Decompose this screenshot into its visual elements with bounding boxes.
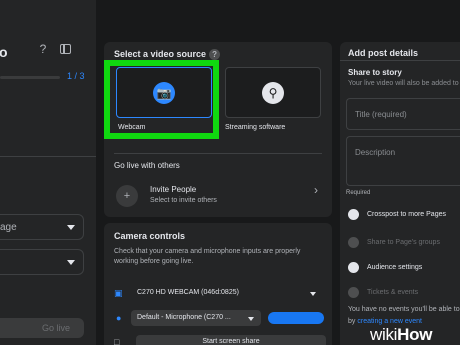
chevron-down-icon: [67, 225, 75, 230]
description-placeholder: Description: [355, 148, 396, 157]
step-indicator: 1 / 3: [67, 71, 85, 81]
streaming-software-label: Streaming software: [225, 124, 286, 131]
add-person-icon[interactable]: +: [116, 185, 138, 207]
share-to-groups-option[interactable]: Share to Page's groups: [348, 237, 440, 248]
share-to-story-subtitle: Your live video will also be added to: [348, 80, 459, 87]
chevron-right-icon[interactable]: ›: [314, 183, 318, 197]
title-placeholder: Title (required): [355, 110, 407, 119]
camera-icon: ▣: [114, 288, 123, 298]
sidebar-toggle-icon[interactable]: [60, 44, 71, 54]
streaming-software-option[interactable]: ⚲: [225, 67, 321, 118]
question-icon[interactable]: ?: [209, 49, 221, 61]
dropdown-value: age: [0, 222, 17, 233]
title-input[interactable]: Title (required): [346, 98, 460, 130]
groups-icon: [348, 237, 359, 248]
tickets-events-option[interactable]: Tickets & events: [348, 287, 418, 298]
description-input[interactable]: Description: [346, 136, 460, 186]
microphone-value: Default - Microphone (C270 ...: [137, 314, 231, 321]
required-note: Required: [346, 190, 371, 196]
camera-controls-panel: Camera controls Check that your camera a…: [104, 223, 332, 345]
audience-dropdown[interactable]: age: [0, 214, 84, 240]
chevron-down-icon: [248, 317, 254, 321]
microphone-level-meter: [268, 312, 324, 324]
camera-controls-header: Camera controls: [114, 231, 186, 241]
post-details-header: Add post details: [348, 48, 419, 58]
progress-bar: [0, 76, 60, 79]
share-to-story-title: Share to story: [348, 68, 402, 77]
globe-icon: [348, 262, 359, 273]
ticket-icon: [348, 287, 359, 298]
webcam-label: Webcam: [118, 124, 146, 131]
wikihow-watermark: wikiHow: [370, 325, 433, 344]
microphone-icon: ●: [116, 313, 122, 323]
webcam-option[interactable]: 📷: [116, 67, 212, 118]
start-screen-share-button[interactable]: Start screen share: [136, 335, 326, 345]
camera-select[interactable]: C270 HD WEBCAM (046d:0825): [137, 289, 239, 296]
divider: [114, 153, 322, 154]
audience-settings-option[interactable]: Audience settings: [348, 262, 422, 273]
video-source-header: Select a video source?: [114, 49, 221, 61]
screen-share-icon: □: [114, 337, 120, 345]
divider: [340, 60, 460, 61]
invite-people-subtitle: Select to invite others: [150, 197, 217, 204]
camera-icon: 📷: [153, 81, 175, 104]
invite-people-title[interactable]: Invite People: [150, 185, 196, 194]
question-icon[interactable]: ?: [36, 42, 50, 56]
chevron-down-icon[interactable]: [310, 292, 316, 296]
secondary-dropdown[interactable]: [0, 249, 84, 275]
key-icon: ⚲: [262, 81, 284, 104]
panel-title: o: [0, 44, 8, 60]
go-live-button[interactable]: Go live: [0, 318, 84, 338]
events-note-line2: by creating a new event: [348, 318, 422, 325]
create-event-link[interactable]: creating a new event: [357, 318, 422, 325]
divider: [0, 156, 96, 157]
crosspost-icon: [348, 209, 359, 220]
go-live-with-others-header: Go live with others: [114, 161, 180, 170]
events-note: You have no events you'll be able to: [348, 306, 460, 313]
camera-controls-description: Check that your camera and microphone in…: [114, 248, 301, 265]
chevron-down-icon: [67, 260, 75, 265]
left-panel: o ? 1 / 3 age Go live: [0, 0, 96, 345]
crosspost-option[interactable]: Crosspost to more Pages: [348, 209, 446, 220]
